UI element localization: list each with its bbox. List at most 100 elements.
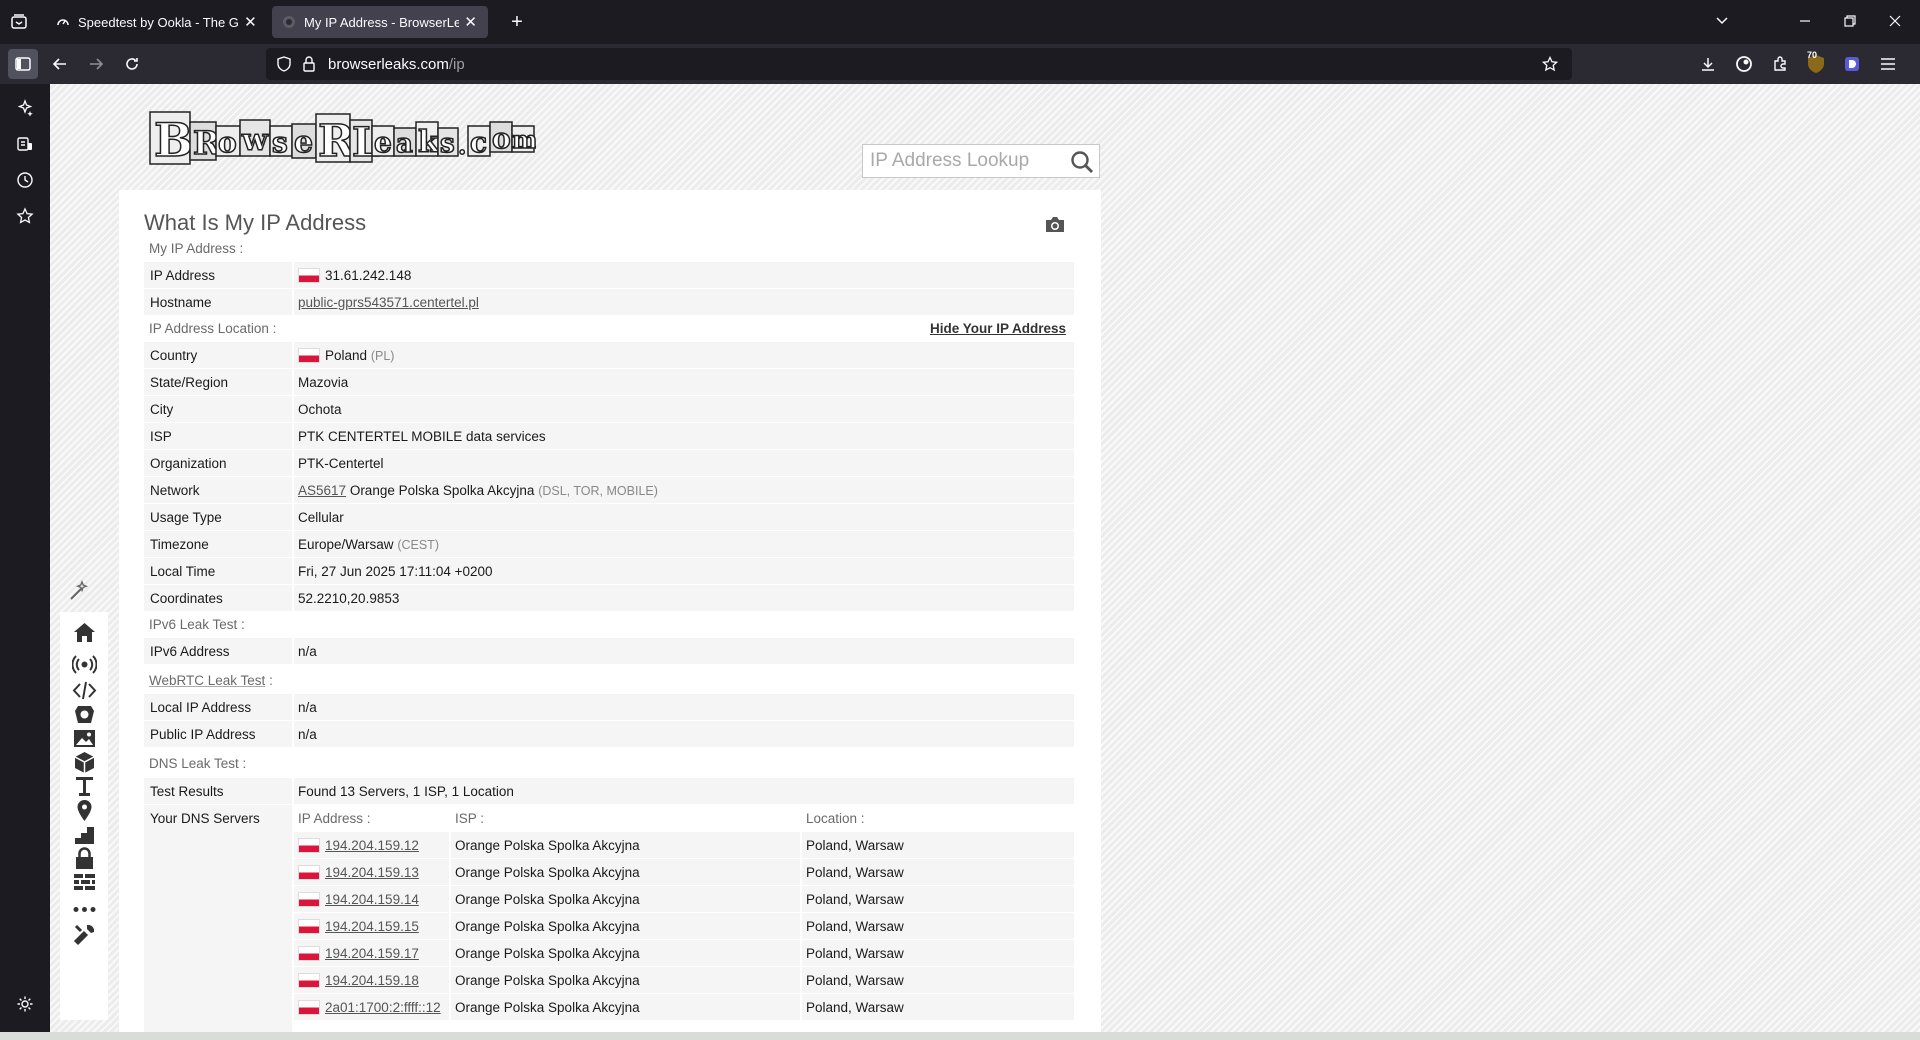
code-icon[interactable] (72, 678, 97, 703)
poland-flag-icon (298, 348, 320, 363)
dns-ip-link[interactable]: 2a01:1700:2:ffff::12 (325, 1000, 441, 1015)
dns-servers-table: IP Address : ISP : Location : 194.204.15… (292, 805, 1074, 1032)
dns-ip-link[interactable]: 194.204.159.18 (325, 973, 419, 988)
bookmark-star-icon[interactable] (1542, 56, 1558, 72)
tab-label: My IP Address - BrowserLeaks (304, 14, 460, 30)
history-clock-icon[interactable] (15, 170, 35, 190)
network-tags: (DSL, TOR, MOBILE) (538, 484, 658, 498)
dns-location: Poland, Warsaw (806, 919, 904, 934)
timezone-value: Europe/Warsaw (298, 537, 394, 552)
svg-text:.: . (458, 131, 466, 160)
ip-lookup-search (862, 144, 1100, 178)
lock-icon[interactable] (302, 56, 316, 72)
tools-wrench-icon[interactable] (72, 922, 97, 947)
row-value: n/a (298, 644, 317, 659)
hostname-link[interactable]: public-gprs543571.centertel.pl (298, 295, 479, 310)
browserleaks-favicon-icon (283, 16, 295, 28)
dns-isp: Orange Polska Spolka Akcyjna (455, 892, 640, 907)
row-label: Network (150, 483, 200, 498)
dns-server-row: 194.204.159.15 Orange Polska Spolka Akcy… (294, 913, 1074, 939)
dns-server-row: 194.204.159.14 Orange Polska Spolka Akcy… (294, 886, 1074, 912)
svg-text:w: w (241, 123, 269, 158)
dns-ip-link[interactable]: 194.204.159.14 (325, 892, 419, 907)
minimize-icon[interactable] (1793, 10, 1817, 34)
dns-isp: Orange Polska Spolka Akcyjna (455, 838, 640, 853)
tab-list-icon[interactable] (10, 13, 28, 31)
magic-wand-icon[interactable] (67, 579, 91, 603)
row-value: PTK-Centertel (298, 456, 384, 471)
broadcast-icon[interactable] (72, 652, 97, 677)
dns-isp: Orange Polska Spolka Akcyjna (455, 946, 640, 961)
close-tab-icon[interactable]: ✕ (463, 13, 478, 31)
tab-browserleaks[interactable]: My IP Address - BrowserLeaks ✕ (272, 6, 488, 38)
map-marker-icon[interactable] (72, 798, 97, 823)
signal-bars-icon[interactable] (72, 822, 97, 847)
row-value: Found 13 Servers, 1 ISP, 1 Location (298, 784, 514, 799)
reload-icon (126, 58, 138, 70)
row-label: Timezone (150, 537, 209, 552)
dns-server-row: 194.204.159.12 Orange Polska Spolka Akcy… (294, 832, 1074, 858)
forward-button[interactable] (84, 52, 108, 76)
sidebar-settings-gear-icon[interactable] (15, 994, 35, 1014)
dns-isp: Orange Polska Spolka Akcyjna (455, 973, 640, 988)
back-button[interactable] (48, 52, 72, 76)
hide-ip-link[interactable]: Hide Your IP Address (930, 321, 1066, 336)
more-dots-icon[interactable] (72, 897, 97, 922)
dns-server-row: 2a01:1700:2:ffff::12 Orange Polska Spolk… (294, 994, 1074, 1020)
ai-chatbot-icon[interactable] (15, 98, 35, 118)
camera-icon[interactable] (1044, 214, 1066, 234)
asn-link[interactable]: AS5617 (298, 483, 346, 498)
tab-label: Speedtest by Ookla - The Global Broadban… (78, 14, 239, 30)
web-page: B R o w s e R L e a k s . c o m What Is … (50, 84, 1920, 1032)
close-window-icon[interactable] (1883, 10, 1907, 34)
account-button[interactable] (1732, 52, 1756, 76)
sidebar-toggle-button[interactable] (8, 49, 38, 79)
close-tab-icon[interactable]: ✕ (243, 13, 258, 31)
extensions-button[interactable] (1768, 52, 1792, 76)
dns-ip-link[interactable]: 194.204.159.12 (325, 838, 419, 853)
section-title: WebRTC Leak Test : (149, 673, 273, 688)
list-all-tabs-icon[interactable] (1710, 10, 1734, 34)
dns-ip-link[interactable]: 194.204.159.15 (325, 919, 419, 934)
row-timezone: Timezone Europe/Warsaw (CEST) (144, 531, 1074, 558)
search-icon[interactable] (1069, 149, 1095, 175)
bookmarks-star-icon[interactable] (15, 206, 35, 226)
image-icon[interactable] (72, 726, 97, 751)
new-tab-button[interactable]: + (505, 10, 529, 34)
row-usage-type: Usage Type Cellular (144, 504, 1074, 531)
tab-speedtest[interactable]: Speedtest by Ookla - The Global Broadban… (46, 6, 268, 38)
sidebar-icon (15, 57, 31, 71)
navigation-toolbar: browserleaks.com/ip 70 (0, 44, 1920, 84)
reload-button[interactable] (120, 52, 144, 76)
synced-tabs-icon[interactable] (15, 134, 35, 154)
restore-icon[interactable] (1838, 10, 1862, 34)
speedtest-favicon-icon (57, 19, 69, 26)
webrtc-link[interactable]: WebRTC Leak Test (149, 673, 265, 688)
extension-badge-button[interactable]: 70 (1804, 50, 1828, 76)
lock-icon[interactable] (72, 846, 97, 871)
section-my-ip: My IP Address : (144, 236, 1074, 262)
url-bar[interactable]: browserleaks.com/ip (266, 48, 1572, 80)
row-label: IP Address (150, 268, 216, 283)
timezone-abbr: (CEST) (397, 538, 439, 552)
section-title: IPv6 Leak Test : (149, 617, 245, 632)
extension-badge-count: 70 (1807, 50, 1818, 60)
tab-bar: Speedtest by Ookla - The Global Broadban… (0, 0, 1920, 44)
extension-d-button[interactable] (1840, 52, 1864, 76)
app-menu-button[interactable] (1876, 52, 1900, 76)
home-icon[interactable] (72, 620, 97, 645)
dns-ip-link[interactable]: 194.204.159.17 (325, 946, 419, 961)
fingerprint-canvas-icon[interactable] (72, 702, 97, 727)
dns-ip-link[interactable]: 194.204.159.13 (325, 865, 419, 880)
column-header: Location : (806, 811, 865, 826)
firefox-account-icon (1736, 56, 1752, 72)
cube-icon[interactable] (72, 750, 97, 775)
row-value: PTK CENTERTEL MOBILE data services (298, 429, 546, 444)
text-font-icon[interactable] (72, 774, 97, 799)
shield-icon[interactable] (276, 56, 292, 72)
downloads-button[interactable] (1696, 52, 1720, 76)
firewall-icon[interactable] (72, 870, 97, 895)
ip-lookup-input[interactable] (863, 145, 1063, 177)
browserleaks-logo[interactable]: B R o w s e R L e a k s . c o m (146, 106, 536, 170)
section-webrtc: WebRTC Leak Test : (144, 668, 1074, 694)
